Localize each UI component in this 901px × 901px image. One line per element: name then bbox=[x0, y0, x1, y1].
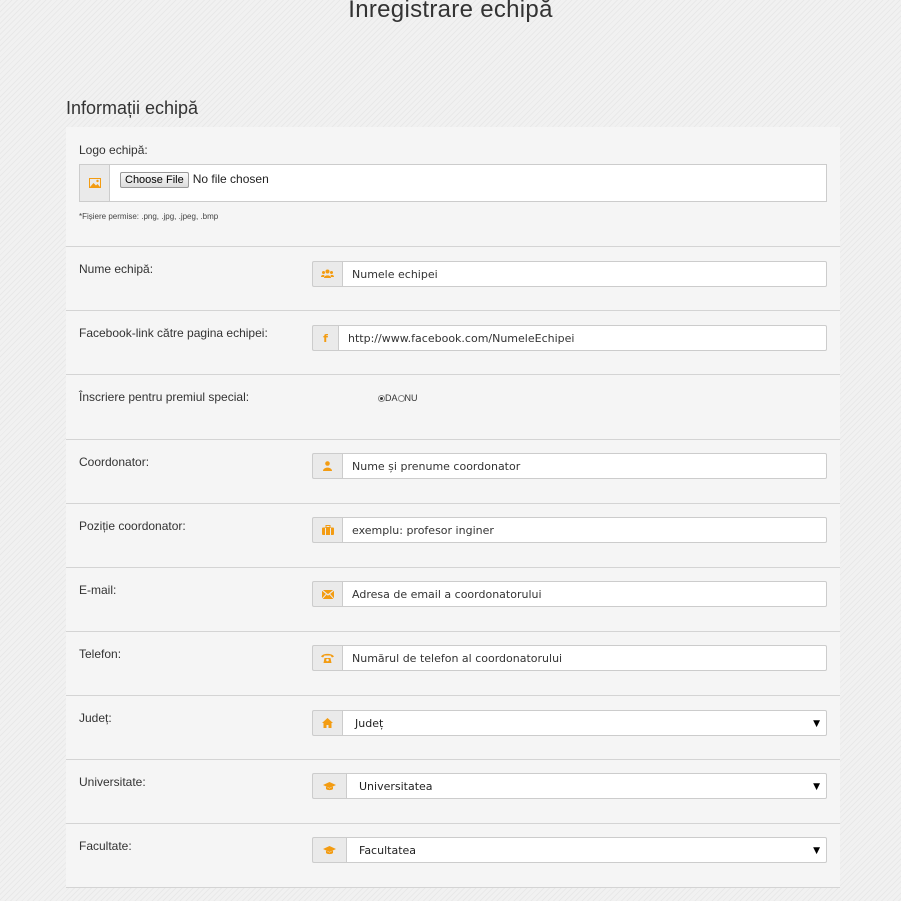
special-prize-row: Înscriere pentru premiul special: DA NU bbox=[66, 375, 840, 440]
logo-upload: Choose File No file chosen bbox=[79, 164, 827, 202]
email-group bbox=[312, 581, 827, 607]
faculty-select[interactable]: Facultatea ▼ bbox=[346, 837, 827, 863]
position-row: Poziție coordonator: bbox=[66, 504, 840, 568]
faculty-select-value: Facultatea bbox=[359, 843, 417, 857]
facebook-icon: f bbox=[312, 325, 338, 351]
county-select[interactable]: Județ ▼ bbox=[342, 710, 827, 736]
phone-group bbox=[312, 645, 827, 671]
facebook-row: Facebook-link către pagina echipei: f bbox=[66, 311, 840, 375]
chevron-down-icon: ▼ bbox=[813, 846, 820, 856]
team-name-label: Nume echipă: bbox=[79, 262, 154, 276]
file-input[interactable]: Choose File No file chosen bbox=[109, 164, 827, 202]
county-group: Județ ▼ bbox=[312, 710, 827, 736]
group-icon bbox=[312, 261, 342, 287]
faculty-row: Facultate: Facultatea ▼ bbox=[66, 824, 840, 888]
coordinator-group bbox=[312, 453, 827, 479]
special-prize-label: Înscriere pentru premiul special: bbox=[79, 390, 250, 404]
file-status: No file chosen bbox=[192, 172, 269, 186]
email-input[interactable] bbox=[342, 581, 827, 607]
facebook-input[interactable] bbox=[338, 325, 827, 351]
chevron-down-icon: ▼ bbox=[813, 719, 820, 729]
faculty-group: Facultatea ▼ bbox=[312, 837, 827, 863]
logo-label: Logo echipă: bbox=[79, 143, 148, 157]
county-label: Județ: bbox=[79, 711, 112, 725]
briefcase-icon bbox=[312, 517, 342, 543]
position-group bbox=[312, 517, 827, 543]
university-select-value: Universitatea bbox=[359, 779, 433, 793]
envelope-icon bbox=[312, 581, 342, 607]
university-select[interactable]: Universitatea ▼ bbox=[346, 773, 827, 799]
radio-da-label: DA bbox=[385, 393, 398, 403]
special-prize-options: DA NU bbox=[378, 393, 418, 403]
section-title: Informații echipă bbox=[66, 98, 199, 118]
email-label: E-mail: bbox=[79, 583, 117, 597]
county-select-value: Județ bbox=[355, 716, 384, 730]
graduation-cap-icon bbox=[312, 773, 346, 799]
county-row: Județ: Județ ▼ bbox=[66, 696, 840, 760]
phone-label: Telefon: bbox=[79, 647, 122, 661]
position-label: Poziție coordonator: bbox=[79, 519, 186, 533]
team-name-row: Nume echipă: bbox=[66, 247, 840, 311]
facebook-group: f bbox=[312, 325, 827, 351]
facebook-label: Facebook-link către pagina echipei: bbox=[79, 326, 268, 340]
email-row: E-mail: bbox=[66, 568, 840, 632]
image-icon bbox=[79, 164, 109, 202]
university-row: Universitate: Universitatea ▼ bbox=[66, 760, 840, 824]
team-name-input[interactable] bbox=[342, 261, 827, 287]
team-name-group bbox=[312, 261, 827, 287]
home-icon bbox=[312, 710, 342, 736]
position-input[interactable] bbox=[342, 517, 827, 543]
phone-icon bbox=[312, 645, 342, 671]
file-types-hint: *Fișiere permise: .png, .jpg, .jpeg, .bm… bbox=[79, 212, 219, 221]
logo-row: Logo echipă: Choose File No file chosen … bbox=[66, 127, 840, 247]
coordinator-input[interactable] bbox=[342, 453, 827, 479]
university-group: Universitatea ▼ bbox=[312, 773, 827, 799]
page-title: Înregistrare echipă bbox=[348, 0, 553, 23]
choose-file-button[interactable]: Choose File bbox=[120, 172, 189, 188]
radio-nu-label: NU bbox=[404, 393, 418, 403]
phone-row: Telefon: bbox=[66, 632, 840, 696]
phone-input[interactable] bbox=[342, 645, 827, 671]
faculty-label: Facultate: bbox=[79, 839, 132, 853]
coordinator-row: Coordonator: bbox=[66, 440, 840, 504]
chevron-down-icon: ▼ bbox=[813, 782, 820, 792]
radio-nu[interactable] bbox=[397, 394, 405, 402]
user-icon bbox=[312, 453, 342, 479]
university-label: Universitate: bbox=[79, 775, 146, 789]
radio-da[interactable] bbox=[378, 394, 385, 402]
graduation-cap-icon bbox=[312, 837, 346, 863]
coordinator-label: Coordonator: bbox=[79, 455, 150, 469]
